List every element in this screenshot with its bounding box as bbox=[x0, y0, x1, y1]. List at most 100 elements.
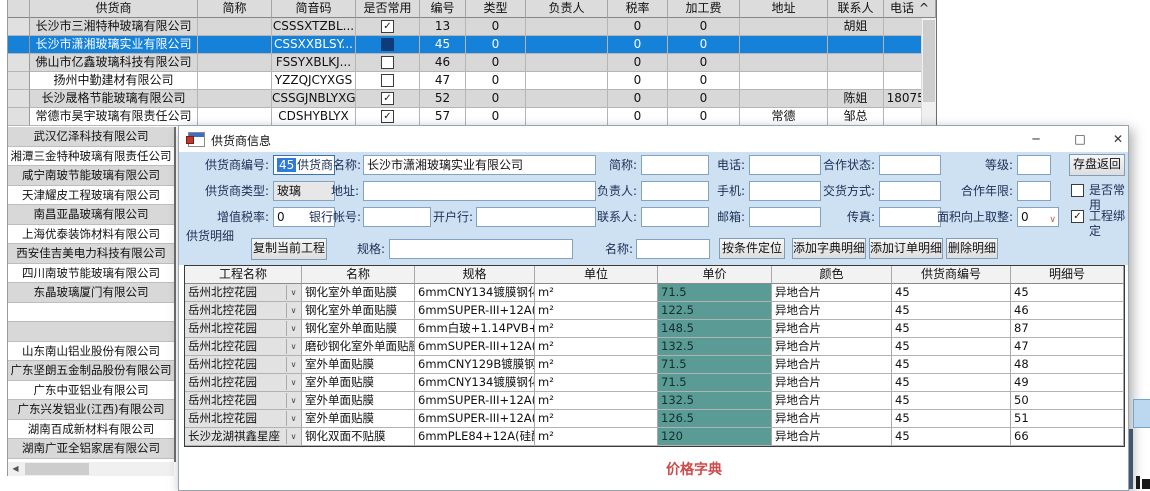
detail-cell-price[interactable]: 132.5 bbox=[658, 338, 772, 356]
close-button[interactable]: ✕ bbox=[1101, 128, 1135, 150]
detail-cell-supplier_no[interactable]: 45 bbox=[892, 392, 1011, 410]
detail-cell-name[interactable]: 室外单面贴膜 bbox=[302, 356, 415, 374]
detail-cell-color[interactable]: 异地合片 bbox=[772, 410, 892, 428]
detail-cell-unit[interactable]: m² bbox=[535, 338, 658, 356]
detail-cell-spec[interactable]: 6mmCNY134镀膜钢化 bbox=[415, 374, 535, 392]
vertical-scrollbar[interactable] bbox=[921, 18, 936, 126]
common-use-checkbox[interactable] bbox=[1071, 184, 1084, 197]
detail-cell-project[interactable]: 岳州北控花园∨ bbox=[185, 356, 302, 374]
checked-checkbox[interactable]: ✓ bbox=[381, 20, 394, 33]
detail-cell-unit[interactable]: m² bbox=[535, 374, 658, 392]
list-item[interactable]: 东晶玻璃厦门有限公司 bbox=[8, 283, 174, 303]
chevron-down-icon[interactable]: ∨ bbox=[286, 285, 300, 300]
detail-cell-name[interactable]: 室外单面贴膜 bbox=[302, 392, 415, 410]
detail-cell-project[interactable]: 岳州北控花园∨ bbox=[185, 392, 302, 410]
table-row[interactable]: 扬州中勤建材有限公司YZZQJCYXGS47000 bbox=[8, 72, 936, 90]
detail-cell-spec[interactable]: 6mmSUPER-III+12A(硅... bbox=[415, 410, 535, 428]
add-dictionary-detail-button[interactable]: 添加字典明细 bbox=[792, 238, 866, 259]
detail-column-header-supplier_no[interactable]: 供货商编号 bbox=[892, 266, 1011, 284]
column-header-contact[interactable]: 联系人 bbox=[828, 0, 884, 18]
detail-cell-supplier_no[interactable]: 45 bbox=[892, 320, 1011, 338]
column-header-common[interactable]: 是否常用 bbox=[356, 0, 420, 18]
detail-cell-supplier_no[interactable]: 45 bbox=[892, 374, 1011, 392]
detail-cell-project[interactable]: 岳州北控花园∨ bbox=[185, 338, 302, 356]
detail-column-header-color[interactable]: 颜色 bbox=[772, 266, 892, 284]
detail-cell-unit[interactable]: m² bbox=[535, 284, 658, 302]
detail-cell-spec[interactable]: 6mm白玻+1.14PVB+6mm... bbox=[415, 320, 535, 338]
scroll-left-button[interactable]: ◀ bbox=[8, 462, 23, 476]
list-item[interactable]: 西安佳吉美电力科技有限公司 bbox=[8, 244, 174, 264]
add-order-detail-button[interactable]: 添加订单明细 bbox=[869, 238, 943, 259]
column-header-phone[interactable]: 电话^ bbox=[884, 0, 936, 18]
detail-cell-name[interactable]: 钢化室外单面贴膜 bbox=[302, 320, 415, 338]
detail-cell-supplier_no[interactable]: 45 bbox=[892, 356, 1011, 374]
detail-cell-spec[interactable]: 6mmCNY134镀膜钢化 bbox=[415, 284, 535, 302]
column-header-fee[interactable]: 加工费 bbox=[668, 0, 740, 18]
detail-cell-spec[interactable]: 6mmPLE84+12A(硅酮胶... bbox=[415, 428, 535, 446]
table-row[interactable]: 常德市昊宇玻璃有限责任公司CDSHYBLYX✓57000常德邹总 bbox=[8, 108, 936, 126]
copy-current-project-button[interactable]: 复制当前工程 bbox=[251, 238, 327, 260]
detail-cell-name[interactable]: 钢化室外单面贴膜 bbox=[302, 302, 415, 320]
bank-account-field[interactable] bbox=[363, 207, 431, 227]
address-field[interactable] bbox=[363, 181, 596, 201]
contact-field[interactable] bbox=[641, 207, 709, 227]
delete-detail-button[interactable]: 删除明细 bbox=[946, 238, 998, 259]
cell-common[interactable] bbox=[356, 36, 420, 54]
scrollbar-thumb[interactable] bbox=[25, 463, 89, 475]
detail-column-header-spec[interactable]: 规格 bbox=[415, 266, 535, 284]
list-item[interactable]: 咸宁南玻节能玻璃有限公司 bbox=[8, 166, 174, 186]
grade-field[interactable] bbox=[1017, 155, 1051, 175]
detail-cell-unit[interactable]: m² bbox=[535, 428, 658, 446]
column-header-manager[interactable]: 负责人 bbox=[526, 0, 608, 18]
detail-cell-project[interactable]: 岳州北控花园∨ bbox=[185, 284, 302, 302]
detail-cell-spec[interactable]: 6mmSUPER-III+12A(硅... bbox=[415, 338, 535, 356]
checked-checkbox[interactable]: ✓ bbox=[381, 110, 394, 123]
table-row[interactable]: 佛山市亿鑫玻璃科技有限公司FSSYXBLKJ...46000 bbox=[8, 54, 936, 72]
detail-cell-project[interactable]: 长沙龙湖祺鑫星座∨ bbox=[185, 428, 302, 446]
column-header-type[interactable]: 类型 bbox=[466, 0, 526, 18]
detail-cell-unit[interactable]: m² bbox=[535, 356, 658, 374]
detail-cell-spec[interactable]: 6mmCNY129B镀膜钢化 bbox=[415, 356, 535, 374]
detail-column-header-detail_no[interactable]: 明细号 bbox=[1011, 266, 1124, 284]
detail-cell-project[interactable]: 岳州北控花园∨ bbox=[185, 410, 302, 428]
detail-cell-detail_no[interactable]: 45 bbox=[1011, 284, 1124, 302]
unchecked-checkbox[interactable] bbox=[381, 56, 394, 69]
cell-common[interactable]: ✓ bbox=[356, 90, 420, 108]
list-item[interactable]: 广东坚朗五金制品股份有限公司 bbox=[8, 361, 174, 381]
detail-cell-supplier_no[interactable]: 45 bbox=[892, 338, 1011, 356]
column-header-supplier[interactable]: 供货商 bbox=[30, 0, 198, 18]
chevron-down-icon[interactable]: ∨ bbox=[286, 411, 300, 426]
list-item[interactable] bbox=[8, 322, 174, 342]
chevron-down-icon[interactable]: ∨ bbox=[286, 357, 300, 372]
list-item[interactable]: 南昌亚晶玻璃有限公司 bbox=[8, 205, 174, 225]
detail-cell-spec[interactable]: 6mmSUPER-III+12A(硅... bbox=[415, 392, 535, 410]
detail-column-header-name[interactable]: 名称 bbox=[302, 266, 415, 284]
list-item[interactable]: 湖南百成新材料有限公司 bbox=[8, 420, 174, 440]
scrollbar-thumb[interactable] bbox=[923, 20, 935, 102]
detail-cell-detail_no[interactable]: 47 bbox=[1011, 338, 1124, 356]
detail-cell-price[interactable]: 120 bbox=[658, 428, 772, 446]
detail-cell-price[interactable]: 71.5 bbox=[658, 284, 772, 302]
list-item[interactable]: 广东兴发铝业(江西)有限公司 bbox=[8, 400, 174, 420]
unchecked-checkbox[interactable] bbox=[381, 74, 394, 87]
column-header-abbr[interactable]: 简称 bbox=[198, 0, 272, 18]
detail-cell-project[interactable]: 岳州北控花园∨ bbox=[185, 302, 302, 320]
dialog-titlebar[interactable]: 供货商信息 ─ □ ✕ bbox=[179, 126, 1128, 152]
manager-field[interactable] bbox=[641, 181, 709, 201]
detail-cell-price[interactable]: 71.5 bbox=[658, 356, 772, 374]
detail-cell-price[interactable]: 122.5 bbox=[658, 302, 772, 320]
column-header-tax[interactable]: 税率 bbox=[608, 0, 668, 18]
supplier-name-field[interactable]: 长沙市潇湘玻璃实业有限公司 bbox=[363, 155, 596, 175]
detail-cell-supplier_no[interactable]: 45 bbox=[892, 284, 1011, 302]
chevron-down-icon[interactable]: ∨ bbox=[286, 339, 300, 354]
detail-cell-color[interactable]: 异地合片 bbox=[772, 320, 892, 338]
detail-cell-name[interactable]: 室外单面贴膜 bbox=[302, 374, 415, 392]
list-item[interactable]: 四川南玻节能玻璃有限公司 bbox=[8, 264, 174, 284]
detail-cell-detail_no[interactable]: 87 bbox=[1011, 320, 1124, 338]
detail-cell-unit[interactable]: m² bbox=[535, 302, 658, 320]
list-item[interactable]: 武汉亿泽科技有限公司 bbox=[8, 127, 174, 147]
detail-cell-unit[interactable]: m² bbox=[535, 410, 658, 428]
detail-cell-project[interactable]: 岳州北控花园∨ bbox=[185, 320, 302, 338]
list-item[interactable]: 广东中亚铝业有限公司 bbox=[8, 381, 174, 401]
list-item[interactable]: 湘潭三金特种玻璃有限责任公司 bbox=[8, 147, 174, 167]
